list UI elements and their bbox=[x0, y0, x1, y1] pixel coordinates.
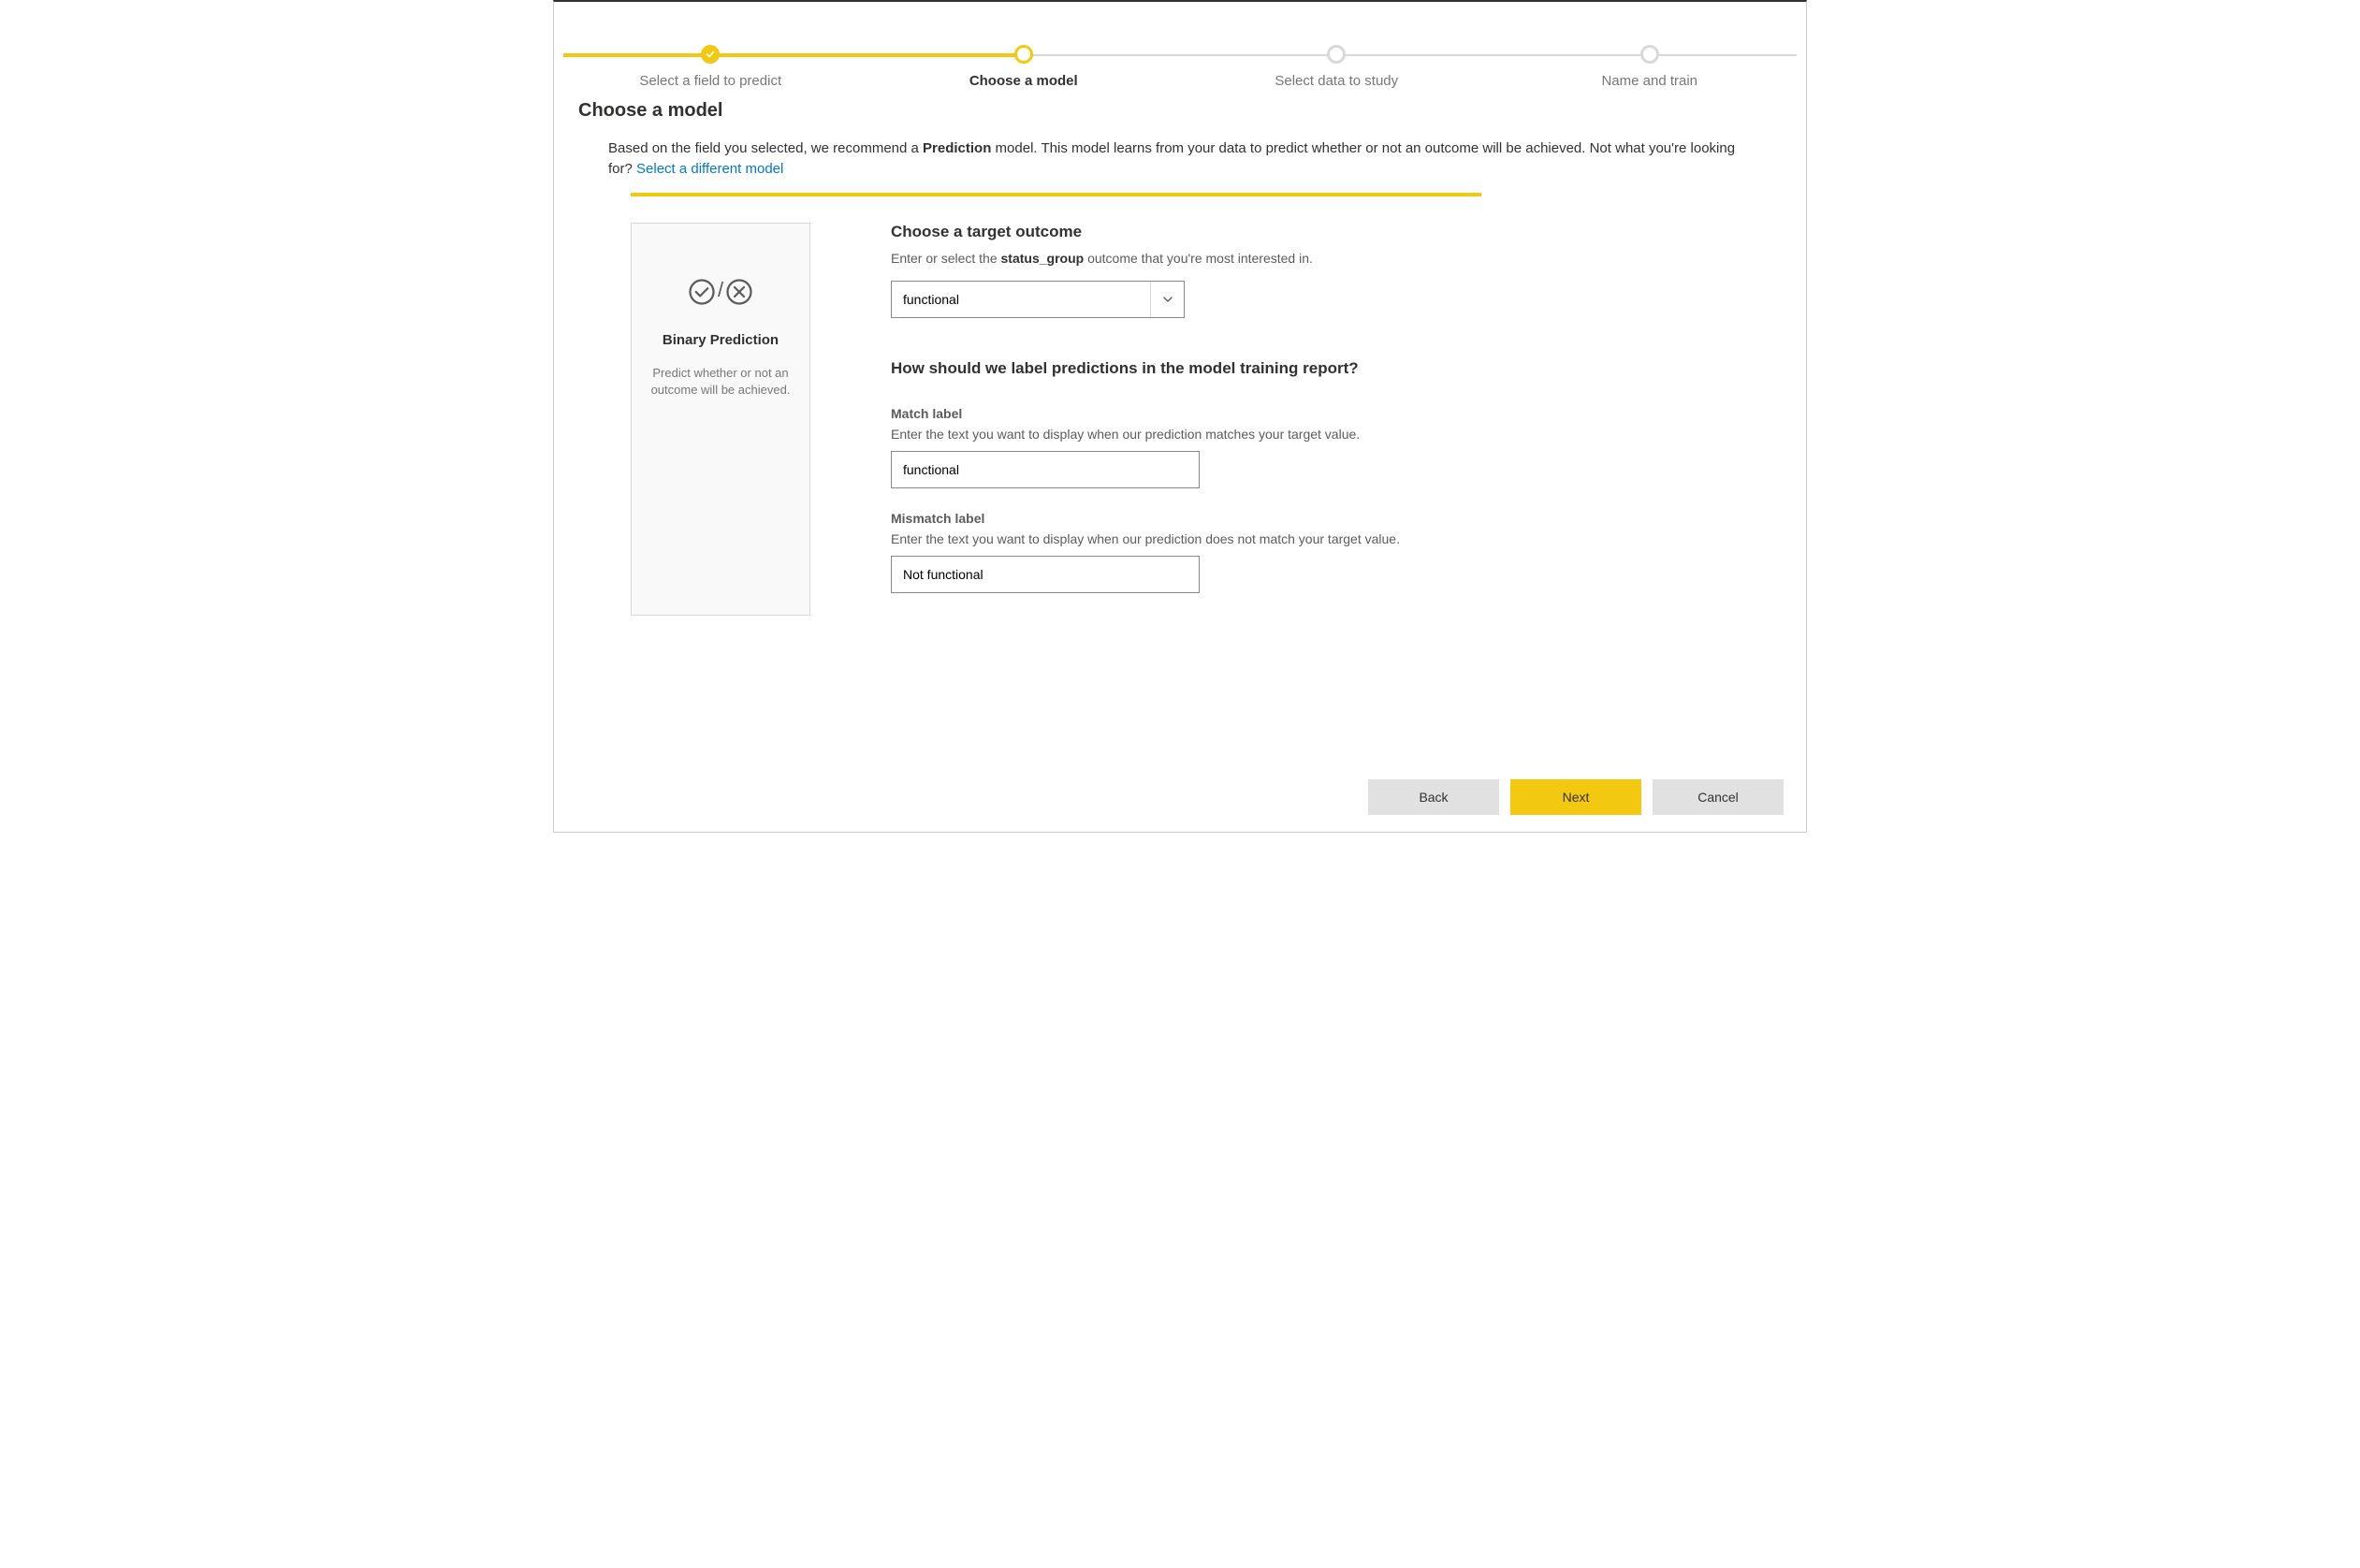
model-card-desc: Predict whether or not an outcome will b… bbox=[641, 365, 800, 399]
chevron-down-icon bbox=[1162, 294, 1173, 305]
intro-model-word: Prediction bbox=[923, 140, 991, 156]
wizard-dialog: Select a field to predict Choose a model… bbox=[553, 0, 1807, 833]
match-label-input[interactable] bbox=[891, 451, 1200, 488]
target-outcome-sub: Enter or select the status_group outcome… bbox=[891, 251, 1499, 266]
cancel-button[interactable]: Cancel bbox=[1653, 779, 1784, 815]
check-circle-icon bbox=[688, 278, 716, 306]
slash-separator: / bbox=[718, 278, 723, 302]
model-card-binary-prediction[interactable]: / Binary Prediction Predict whether or n… bbox=[631, 223, 810, 616]
step-select-data[interactable]: Select data to study bbox=[1180, 28, 1493, 89]
step-label: Choose a model bbox=[867, 73, 1181, 89]
match-label-heading: Match label bbox=[891, 406, 1499, 421]
step-circle-pending bbox=[1327, 45, 1346, 64]
wizard-body: / Binary Prediction Predict whether or n… bbox=[578, 196, 1782, 616]
model-card-name: Binary Prediction bbox=[641, 332, 800, 348]
target-sub-prefix: Enter or select the bbox=[891, 251, 1001, 266]
match-label-sub: Enter the text you want to display when … bbox=[891, 427, 1499, 442]
step-label: Select data to study bbox=[1180, 73, 1493, 89]
next-button[interactable]: Next bbox=[1510, 779, 1641, 815]
wizard-stepper: Select a field to predict Choose a model… bbox=[554, 2, 1806, 89]
mismatch-label-heading: Mismatch label bbox=[891, 511, 1499, 526]
step-circle-pending bbox=[1640, 45, 1659, 64]
page-title: Choose a model bbox=[578, 100, 1782, 122]
form-column: Choose a target outcome Enter or select … bbox=[891, 223, 1499, 616]
target-outcome-combobox[interactable] bbox=[891, 281, 1185, 318]
intro-text: Based on the field you selected, we reco… bbox=[578, 138, 1782, 180]
step-choose-model[interactable]: Choose a model bbox=[867, 28, 1181, 89]
target-outcome-input[interactable] bbox=[892, 282, 1150, 317]
x-circle-icon bbox=[725, 278, 753, 306]
target-outcome-dropdown-button[interactable] bbox=[1150, 282, 1184, 317]
step-circle-done bbox=[701, 45, 720, 64]
target-sub-field: status_group bbox=[1001, 251, 1085, 266]
step-circle-current bbox=[1014, 45, 1033, 64]
select-different-model-link[interactable]: Select a different model bbox=[636, 161, 783, 177]
wizard-footer: Back Next Cancel bbox=[1368, 779, 1784, 815]
mismatch-label-input[interactable] bbox=[891, 556, 1200, 593]
back-button[interactable]: Back bbox=[1368, 779, 1499, 815]
intro-prefix: Based on the field you selected, we reco… bbox=[608, 140, 923, 156]
mismatch-label-sub: Enter the text you want to display when … bbox=[891, 531, 1499, 546]
step-label: Name and train bbox=[1493, 73, 1807, 89]
step-name-train[interactable]: Name and train bbox=[1493, 28, 1807, 89]
binary-prediction-icon: / bbox=[641, 278, 800, 306]
label-predictions-heading: How should we label predictions in the m… bbox=[891, 359, 1499, 378]
target-sub-suffix: outcome that you're most interested in. bbox=[1084, 251, 1313, 266]
check-icon bbox=[706, 50, 715, 59]
step-label: Select a field to predict bbox=[554, 73, 867, 89]
wizard-content: Choose a model Based on the field you se… bbox=[554, 89, 1806, 616]
step-select-field[interactable]: Select a field to predict bbox=[554, 28, 867, 89]
target-outcome-heading: Choose a target outcome bbox=[891, 223, 1499, 241]
